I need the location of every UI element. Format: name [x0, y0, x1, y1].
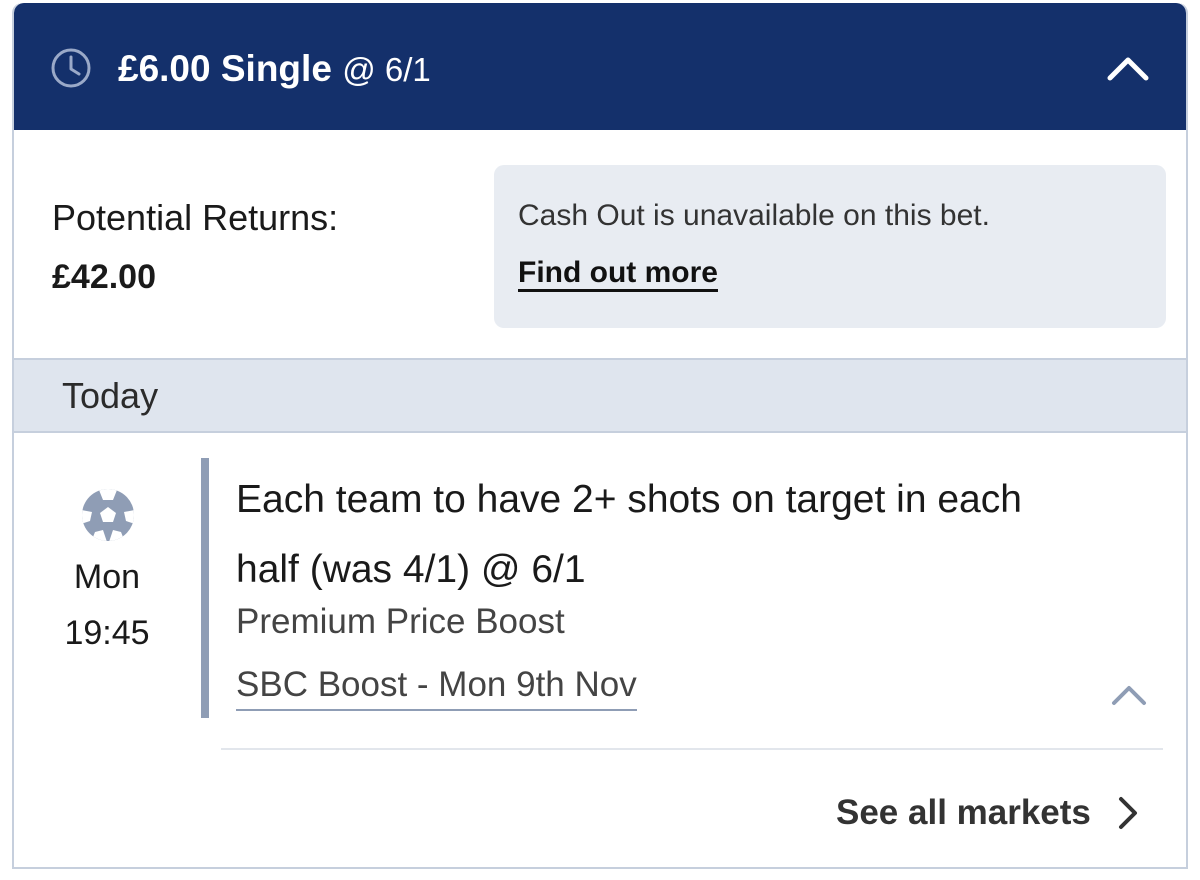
football-icon	[82, 489, 134, 541]
selection-name: Each team to have 2+ shots on target in …	[236, 478, 1022, 591]
bet-title: £6.00 Single @ 6/1	[118, 47, 431, 92]
bet-header[interactable]: £6.00 Single @ 6/1	[14, 3, 1186, 130]
event-name-link[interactable]: SBC Boost - Mon 9th Nov	[236, 663, 637, 711]
selection-accent-bar	[201, 458, 209, 718]
chevron-up-icon[interactable]	[1110, 681, 1148, 707]
bet-stake: £6.00	[118, 48, 211, 89]
event-day: Mon	[73, 558, 141, 596]
potential-returns-value: £42.00	[52, 258, 156, 296]
find-out-more-link[interactable]: Find out more	[518, 256, 718, 290]
clock-icon	[51, 48, 91, 88]
cashout-message: Cash Out is unavailable on this bet.	[518, 199, 990, 232]
chevron-up-icon[interactable]	[1104, 50, 1152, 86]
bet-type: Single	[220, 48, 332, 89]
cashout-info-panel: Cash Out is unavailable on this bet. Fin…	[494, 165, 1166, 328]
divider	[221, 748, 1163, 750]
market-name: Premium Price Boost	[236, 602, 565, 641]
bet-odds: @ 6/1	[342, 51, 431, 88]
see-all-markets-button[interactable]: See all markets	[836, 788, 1139, 838]
chevron-right-icon	[1118, 797, 1137, 829]
potential-returns-label: Potential Returns:	[52, 197, 339, 238]
day-label: Today	[62, 375, 159, 416]
event-time: 19:45	[64, 614, 150, 652]
see-all-markets-label: See all markets	[836, 793, 1091, 832]
day-header: Today	[14, 358, 1186, 433]
bet-card: £6.00 Single @ 6/1 Potential Returns: £4…	[12, 3, 1188, 869]
